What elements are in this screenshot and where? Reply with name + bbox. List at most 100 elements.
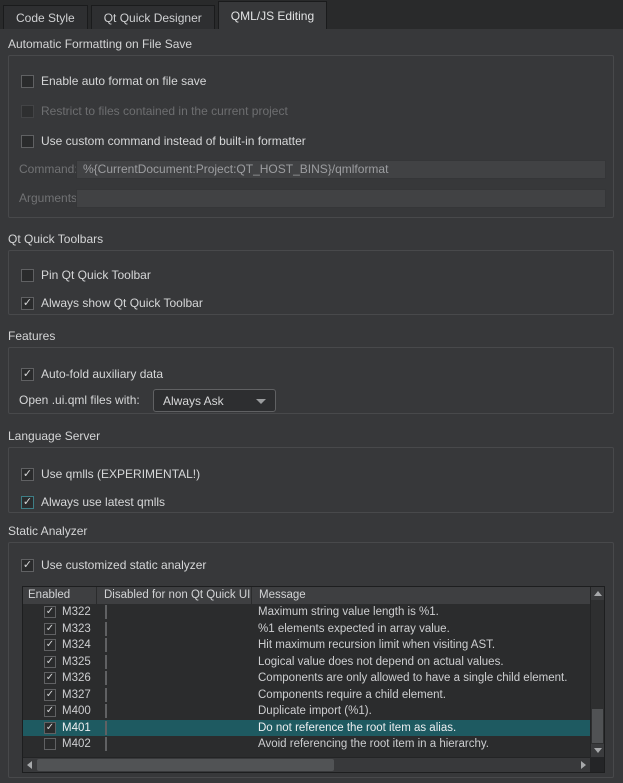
tab-qt-quick-designer[interactable]: Qt Quick Designer (91, 5, 215, 29)
checkbox-always-show-toolbar[interactable]: Always show Qt Quick Toolbar (21, 296, 203, 310)
checkbox-enable-auto-format[interactable]: Enable auto format on file save (21, 74, 206, 88)
disabled-for-non-qtquick-checkbox[interactable] (105, 688, 107, 702)
rule-message: Duplicate import (%1). (251, 705, 590, 717)
arguments-label: Arguments: (19, 189, 80, 208)
checkbox-use-custom-analyzer[interactable]: Use customized static analyzer (21, 558, 206, 572)
rule-message: %1 elements expected in array value. (251, 623, 590, 635)
column-header-message[interactable]: Message (251, 587, 604, 604)
checkbox-label: Pin Qt Quick Toolbar (41, 268, 151, 282)
checkbox-label: Always show Qt Quick Toolbar (41, 296, 203, 310)
table-row[interactable]: M326Components are only allowed to have … (23, 670, 590, 687)
rule-message: Do not reference the root item as alias. (251, 722, 590, 734)
open-uiqml-combobox[interactable]: Always Ask (153, 389, 276, 412)
table-row[interactable]: M324Hit maximum recursion limit when vis… (23, 637, 590, 654)
checkbox-icon[interactable] (21, 135, 34, 148)
group-static-analyzer: Static Analyzer Use customized static an… (8, 525, 614, 538)
qmljs-editing-settings-pane: Code Style Qt Quick Designer QML/JS Edit… (0, 0, 623, 783)
enabled-checkbox[interactable] (44, 705, 56, 717)
rule-id: M325 (62, 656, 91, 668)
checkbox-icon[interactable] (21, 269, 34, 282)
scroll-right-button[interactable] (577, 759, 590, 771)
table-row[interactable]: M402 Avoid referencing the root item in a… (23, 736, 590, 753)
rule-id: M402 (62, 738, 91, 750)
vertical-scrollbar[interactable] (590, 587, 604, 757)
rule-message: Avoid referencing the root item in a hie… (251, 738, 590, 750)
vertical-scrollbar-thumb[interactable] (592, 709, 603, 743)
table-row[interactable]: M400Duplicate import (%1). (23, 703, 590, 720)
checkbox-label: Enable auto format on file save (41, 74, 206, 88)
group-frame: Use qmlls (EXPERIMENTAL!) Always use lat… (8, 447, 614, 513)
disabled-for-non-qtquick-checkbox[interactable] (105, 737, 107, 751)
checkbox-pin-toolbar[interactable]: Pin Qt Quick Toolbar (21, 268, 151, 282)
checkbox-icon[interactable] (21, 368, 34, 381)
combobox-value: Always Ask (163, 394, 224, 408)
table-row[interactable]: M401Do not reference the root item as al… (23, 720, 590, 737)
checkbox-restrict-current-project: Restrict to files contained in the curre… (21, 104, 288, 118)
rule-message: Hit maximum recursion limit when visitin… (251, 639, 590, 651)
table-row[interactable]: M323 %1 elements expected in array value. (23, 621, 590, 638)
enabled-checkbox[interactable] (44, 689, 56, 701)
scroll-left-button[interactable] (23, 759, 36, 771)
enabled-checkbox[interactable] (44, 722, 56, 734)
checkbox-icon[interactable] (21, 75, 34, 88)
scroll-down-button[interactable] (591, 744, 604, 757)
enabled-checkbox[interactable] (44, 639, 56, 651)
tab-code-style[interactable]: Code Style (3, 5, 88, 29)
checkbox-latest-qmlls[interactable]: Always use latest qmlls (21, 495, 165, 509)
chevron-down-icon (256, 399, 266, 404)
disabled-for-non-qtquick-checkbox[interactable] (105, 638, 107, 652)
rule-id: M327 (62, 689, 91, 701)
group-title: Qt Quick Toolbars (8, 233, 614, 246)
group-title: Features (8, 330, 614, 343)
arguments-input (76, 189, 606, 208)
checkbox-auto-fold[interactable]: Auto-fold auxiliary data (21, 367, 163, 381)
enabled-checkbox[interactable] (44, 606, 56, 618)
disabled-for-non-qtquick-checkbox[interactable] (105, 704, 107, 718)
disabled-for-non-qtquick-checkbox[interactable] (105, 605, 107, 619)
enabled-checkbox[interactable] (44, 623, 56, 635)
table-row[interactable]: M322Maximum string value length is %1. (23, 604, 590, 621)
open-uiqml-label: Open .ui.qml files with: (19, 389, 140, 412)
horizontal-scrollbar-thumb[interactable] (37, 759, 334, 771)
column-header-enabled[interactable]: Enabled (23, 587, 96, 604)
rule-message: Components require a child element. (251, 689, 590, 701)
tab-bar: Code Style Qt Quick Designer QML/JS Edit… (0, 0, 623, 29)
group-frame: Pin Qt Quick Toolbar Always show Qt Quic… (8, 250, 614, 315)
group-automatic-formatting: Automatic Formatting on File Save Enable… (8, 38, 614, 51)
table-row[interactable]: M327 Components require a child element. (23, 687, 590, 704)
table-header: Enabled Disabled for non Qt Quick UI Mes… (23, 587, 604, 604)
enabled-checkbox[interactable] (44, 738, 56, 750)
checkbox-use-custom-command[interactable]: Use custom command instead of built-in f… (21, 134, 306, 148)
group-title: Language Server (8, 430, 614, 443)
scroll-up-button[interactable] (591, 587, 604, 600)
arrow-down-icon (594, 748, 602, 753)
checkbox-icon[interactable] (21, 468, 34, 481)
checkbox-icon[interactable] (21, 496, 34, 509)
command-label: Command: (19, 160, 78, 179)
group-frame: Auto-fold auxiliary data Open .ui.qml fi… (8, 347, 614, 414)
disabled-for-non-qtquick-checkbox[interactable] (105, 622, 107, 636)
group-title: Static Analyzer (8, 525, 614, 538)
command-input: %{CurrentDocument:Project:QT_HOST_BINS}/… (76, 160, 606, 179)
checkbox-use-qmlls[interactable]: Use qmlls (EXPERIMENTAL!) (21, 467, 200, 481)
disabled-for-non-qtquick-checkbox[interactable] (105, 721, 107, 735)
settings-content: Automatic Formatting on File Save Enable… (0, 29, 623, 783)
disabled-for-non-qtquick-checkbox[interactable] (105, 655, 107, 669)
checkbox-icon[interactable] (21, 559, 34, 572)
horizontal-scrollbar[interactable] (23, 757, 590, 772)
checkbox-icon (21, 105, 34, 118)
group-frame: Use customized static analyzer Enabled D… (8, 542, 614, 778)
checkbox-icon[interactable] (21, 297, 34, 310)
table-row[interactable]: M325Logical value does not depend on act… (23, 654, 590, 671)
checkbox-label: Use qmlls (EXPERIMENTAL!) (41, 467, 200, 481)
group-language-server: Language Server Use qmlls (EXPERIMENTAL!… (8, 430, 614, 443)
enabled-checkbox[interactable] (44, 656, 56, 668)
disabled-for-non-qtquick-checkbox[interactable] (105, 671, 107, 685)
group-frame: Enable auto format on file save Restrict… (8, 55, 614, 218)
checkbox-label: Use customized static analyzer (41, 558, 206, 572)
rule-id: M323 (62, 623, 91, 635)
tab-qml-js-editing[interactable]: QML/JS Editing (218, 1, 327, 29)
column-header-disabled-non-qtquick[interactable]: Disabled for non Qt Quick UI (96, 587, 251, 604)
analyzer-table-body: M322Maximum string value length is %1.M3… (23, 604, 590, 757)
enabled-checkbox[interactable] (44, 672, 56, 684)
